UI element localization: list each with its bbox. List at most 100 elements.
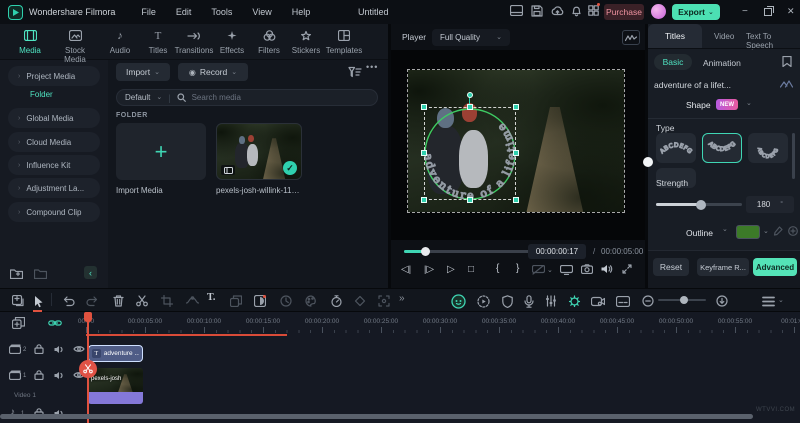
restore-button[interactable] [764,8,772,16]
handle-bl[interactable] [421,197,427,203]
snapshot-camera-icon[interactable] [581,264,593,274]
strength-value-box[interactable]: 180 ° [746,196,794,213]
subtab-animation[interactable]: Animation [703,58,741,68]
export-button[interactable]: Export ⌄ [672,4,720,20]
video-track-lock-icon[interactable] [32,369,46,381]
timeline-zoom-slider[interactable] [658,299,706,301]
speed-icon[interactable] [278,293,294,309]
shape-caret-icon[interactable]: ⌄ [746,100,752,107]
group-clips-icon[interactable] [12,317,25,329]
title-track-visibility-icon[interactable] [72,343,86,355]
notification-bell-icon[interactable] [571,5,582,17]
search-filter-select[interactable]: Default [125,93,150,102]
playhead-head[interactable] [84,312,92,322]
add-outline-icon[interactable] [788,226,798,236]
timer-icon[interactable] [328,293,344,309]
cloud-upload-icon[interactable] [551,5,564,16]
strength-slider[interactable] [656,203,742,206]
shape-type-circle[interactable]: ABCDEFG [748,133,788,163]
video-track-mute-icon[interactable] [52,369,66,381]
preview-video-frame[interactable]: adventure of a lifetime [408,70,624,212]
voiceover-mic-icon[interactable] [521,293,537,309]
advanced-button[interactable]: Advanced [753,258,797,276]
menu-view[interactable]: View [242,0,281,24]
title-clip[interactable]: T adventure ... [88,345,143,362]
minimize-button[interactable]: − [742,6,748,17]
menu-tools[interactable]: Tools [201,0,242,24]
new-folder-icon[interactable] [10,268,23,279]
props-scrollbar[interactable] [792,133,795,179]
title-track-lock-icon[interactable] [32,343,46,355]
handle-tr[interactable] [513,104,519,110]
play-button[interactable]: ▷ [447,264,455,275]
delete-folder-icon[interactable] [34,268,47,279]
search-input[interactable]: Search media [192,93,241,102]
color-palette-icon[interactable] [303,293,319,309]
sidebar-item-influence-kit[interactable]: ›Influence Kit [8,155,100,175]
handle-tl[interactable] [421,104,427,110]
tab-video-properties[interactable]: Video [714,32,734,41]
fullscreen-icon[interactable] [622,264,632,274]
sidebar-item-adjustment-layer[interactable]: ›Adjustment La... [8,178,100,198]
current-timecode[interactable]: 00:00:00:17 [528,244,586,259]
import-media-card[interactable]: + [116,123,206,180]
quality-select[interactable]: Full Quality ⌄ [432,29,510,46]
volume-icon[interactable] [601,264,613,274]
handle-tm[interactable] [467,104,473,110]
track-manager-caret-icon[interactable]: ⌄ [778,297,784,304]
motion-tracking-icon[interactable] [376,293,392,309]
save-preset-icon[interactable] [782,56,792,67]
keyframe-icon[interactable] [352,293,368,309]
collapse-sidebar-button[interactable]: ‹ [84,266,97,279]
shield-icon[interactable] [499,293,515,309]
delete-icon[interactable] [110,293,126,309]
mirror-display-icon[interactable] [532,265,545,275]
audio-mixer-icon[interactable] [543,293,559,309]
handle-bm[interactable] [467,197,473,203]
next-frame-button[interactable]: |▷ [424,264,434,275]
ruler-major-ticks[interactable] [86,327,800,333]
apps-grid-icon[interactable] [588,5,599,16]
previous-frame-button[interactable]: ◁| [401,264,411,275]
ai-copilot-icon[interactable] [450,293,466,309]
keyframe-button[interactable]: Keyframe R... [697,258,749,276]
menu-edit[interactable]: Edit [166,0,202,24]
save-icon[interactable] [531,5,543,17]
mark-in-button[interactable]: { [496,263,499,274]
mirror-caret-icon[interactable]: ⌄ [547,267,553,274]
strength-handle[interactable] [696,200,706,210]
purchase-button[interactable]: Purchase [604,4,644,20]
sidebar-item-cloud-media[interactable]: ›Cloud Media [8,132,100,152]
handle-br[interactable] [513,197,519,203]
outline-caret-icon[interactable]: ⌄ [722,226,728,233]
tab-templates[interactable]: Templates [322,28,366,55]
more-tools-button[interactable]: » [399,293,405,304]
handle-mr[interactable] [513,150,519,156]
selection-box[interactable] [424,107,516,200]
tab-media[interactable]: Media [8,28,52,55]
zoom-fit-icon[interactable] [714,293,730,309]
rotate-handle[interactable] [467,92,473,98]
external-monitor-icon[interactable] [560,265,573,275]
zoom-out-icon[interactable] [640,293,656,309]
text-tool-icon[interactable]: T. [207,292,215,303]
record-button[interactable]: ◉Record⌄ [178,63,248,81]
close-button[interactable]: ✕ [787,6,795,17]
redo-icon[interactable] [84,293,100,309]
render-preview-icon[interactable] [475,293,491,309]
tab-titles-properties[interactable]: Titles [648,24,702,48]
avatar[interactable] [651,4,666,19]
layout-icon[interactable] [510,5,523,16]
horizontal-scrollbar[interactable] [0,414,753,419]
split-scissors-icon[interactable] [134,293,150,309]
track-manager-icon[interactable] [760,293,776,309]
media-import-tool-icon[interactable] [10,293,26,309]
crop-icon[interactable] [159,293,175,309]
speed-ramp-icon[interactable] [184,293,200,309]
tab-stock-media[interactable]: Stock Media [53,28,97,64]
search-bar[interactable]: Default ⌄ | Search media [116,89,378,106]
beta-feature-icon[interactable] [566,293,582,309]
eyedropper-icon[interactable] [773,226,783,236]
select-tool-icon[interactable] [31,293,47,309]
seek-handle[interactable] [421,247,430,256]
